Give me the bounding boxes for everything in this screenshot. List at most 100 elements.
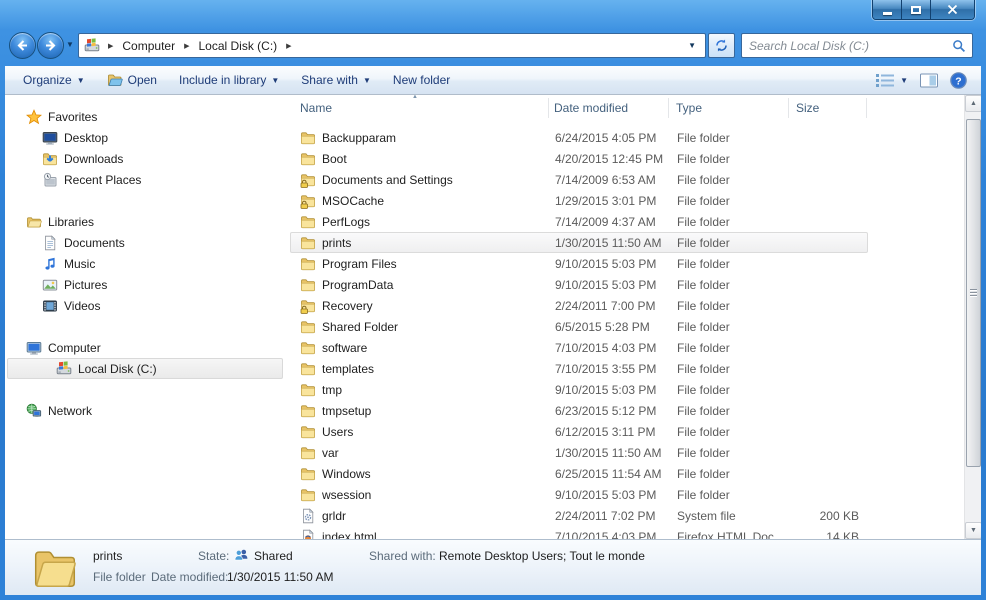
scroll-up-button[interactable]: ▲ (965, 95, 981, 112)
sidebar-item-local-disk-c[interactable]: Local Disk (C:) (7, 358, 283, 379)
desktop-icon (42, 130, 58, 146)
change-view-button[interactable]: ▼ (876, 73, 908, 87)
file-name: MSOCache (322, 194, 384, 208)
table-row[interactable]: var1/30/2015 11:50 AMFile folder (290, 442, 868, 463)
column-header-date-modified[interactable]: Date modified (554, 101, 628, 115)
refresh-button[interactable] (708, 33, 735, 58)
selected-item-folder-icon (31, 545, 79, 591)
folder-icon (300, 424, 316, 440)
column-divider[interactable] (866, 98, 867, 118)
sidebar-item-downloads[interactable]: Downloads (7, 148, 283, 169)
column-divider[interactable] (668, 98, 669, 118)
table-row[interactable]: tmpsetup6/23/2015 5:12 PMFile folder (290, 400, 868, 421)
organize-button[interactable]: Organize▼ (14, 69, 94, 91)
details-date-label: Date modified: (151, 570, 228, 584)
preview-pane-button[interactable] (920, 73, 938, 88)
table-row[interactable]: Documents and Settings7/14/2009 6:53 AMF… (290, 169, 868, 190)
sidebar-item-videos[interactable]: Videos (7, 295, 283, 316)
column-divider[interactable] (548, 98, 549, 118)
forward-button[interactable] (37, 32, 64, 59)
documents-icon (42, 235, 58, 251)
search-icon[interactable] (952, 39, 972, 53)
sidebar-group-libraries[interactable]: Libraries (7, 211, 283, 232)
file-type: Firefox HTML Doc... (677, 530, 784, 539)
open-button[interactable]: Open (98, 68, 166, 92)
table-row[interactable]: prints1/30/2015 11:50 AMFile folder (290, 232, 868, 253)
file-name: wsession (322, 488, 371, 502)
column-header-type[interactable]: Type (676, 101, 702, 115)
sidebar-group-favorites[interactable]: Favorites (7, 106, 283, 127)
file-size: 200 KB (781, 509, 859, 523)
vertical-scrollbar[interactable]: ▲ ▼ (964, 95, 981, 539)
sidebar-item-recent-places[interactable]: Recent Places (7, 169, 283, 190)
file-date-modified: 9/10/2015 5:03 PM (555, 278, 656, 292)
file-date-modified: 6/5/2015 5:28 PM (555, 320, 650, 334)
file-type: File folder (677, 257, 730, 271)
breadcrumb-separator-icon[interactable]: ▶ (176, 42, 197, 50)
minimize-button[interactable] (873, 0, 902, 19)
breadcrumb-item[interactable]: Local Disk (C:) (197, 37, 278, 55)
table-row[interactable]: ProgramData9/10/2015 5:03 PMFile folder (290, 274, 868, 295)
table-row[interactable]: index.html7/10/2015 4:03 PMFirefox HTML … (290, 526, 868, 539)
sidebar-item-music[interactable]: Music (7, 253, 283, 274)
table-row[interactable]: MSOCache1/29/2015 3:01 PMFile folder (290, 190, 868, 211)
table-row[interactable]: Recovery2/24/2011 7:00 PMFile folder (290, 295, 868, 316)
search-input[interactable] (742, 34, 952, 57)
help-button[interactable]: ? (950, 72, 967, 89)
breadcrumb-separator-icon[interactable]: ▶ (100, 42, 121, 50)
file-type: File folder (677, 341, 730, 355)
search-box (741, 33, 973, 58)
sidebar-group-network[interactable]: Network (7, 400, 283, 421)
breadcrumb-item[interactable]: Computer (121, 37, 176, 55)
maximize-button[interactable] (902, 0, 931, 19)
table-row[interactable]: grldr2/24/2011 7:02 PMSystem file200 KB (290, 505, 868, 526)
column-header-name[interactable]: Name (300, 101, 332, 115)
details-item-name: prints (93, 549, 122, 563)
address-bar[interactable]: ▶Computer▶Local Disk (C:)▶ ▼ (78, 33, 706, 58)
column-divider[interactable] (788, 98, 789, 118)
address-dropdown-icon[interactable]: ▼ (688, 41, 705, 50)
details-state-value: Shared (254, 549, 293, 563)
table-row[interactable]: tmp9/10/2015 5:03 PMFile folder (290, 379, 868, 400)
scroll-down-button[interactable]: ▼ (965, 522, 981, 539)
table-row[interactable]: Program Files9/10/2015 5:03 PMFile folde… (290, 253, 868, 274)
column-header-size[interactable]: Size (796, 101, 819, 115)
scrollbar-thumb[interactable] (966, 119, 981, 467)
table-row[interactable]: PerfLogs7/14/2009 4:37 AMFile folder (290, 211, 868, 232)
table-row[interactable]: Shared Folder6/5/2015 5:28 PMFile folder (290, 316, 868, 337)
file-name: Boot (322, 152, 347, 166)
folder-icon (300, 382, 316, 398)
file-name: Shared Folder (322, 320, 398, 334)
minimize-icon (883, 12, 892, 15)
disk-icon[interactable] (84, 38, 100, 54)
close-button[interactable] (931, 0, 974, 19)
share-with-button[interactable]: Share with▼ (292, 69, 380, 91)
sidebar-group-computer[interactable]: Computer (7, 337, 283, 358)
sidebar-item-desktop[interactable]: Desktop (7, 127, 283, 148)
sidebar-item-documents[interactable]: Documents (7, 232, 283, 253)
main-area: FavoritesDesktopDownloadsRecent Places Li… (5, 95, 981, 539)
back-button[interactable] (9, 32, 36, 59)
table-row[interactable]: Windows6/25/2015 11:54 AMFile folder (290, 463, 868, 484)
file-type: File folder (677, 152, 730, 166)
table-row[interactable]: wsession9/10/2015 5:03 PMFile folder (290, 484, 868, 505)
file-date-modified: 9/10/2015 5:03 PM (555, 488, 656, 502)
breadcrumb-separator-icon[interactable]: ▶ (278, 42, 299, 50)
open-folder-icon (107, 72, 123, 88)
table-row[interactable]: templates7/10/2015 3:55 PMFile folder (290, 358, 868, 379)
table-row[interactable]: software7/10/2015 4:03 PMFile folder (290, 337, 868, 358)
table-row[interactable]: Users6/12/2015 3:11 PMFile folder (290, 421, 868, 442)
organize-label: Organize (23, 73, 72, 87)
table-row[interactable]: Boot4/20/2015 12:45 PMFile folder (290, 148, 868, 169)
file-name: Windows (322, 467, 371, 481)
file-date-modified: 7/10/2015 4:03 PM (555, 341, 656, 355)
file-date-modified: 7/14/2009 6:53 AM (555, 173, 656, 187)
sidebar-item-pictures[interactable]: Pictures (7, 274, 283, 295)
new-folder-button[interactable]: New folder (384, 69, 459, 91)
include-in-library-button[interactable]: Include in library▼ (170, 69, 288, 91)
folder-icon (300, 277, 316, 293)
recent-pages-chevron-icon[interactable]: ▼ (66, 40, 74, 49)
table-row[interactable]: Backupparam6/24/2015 4:05 PMFile folder (290, 127, 868, 148)
sidebar-item-label: Music (64, 257, 95, 271)
star-icon (26, 109, 42, 125)
